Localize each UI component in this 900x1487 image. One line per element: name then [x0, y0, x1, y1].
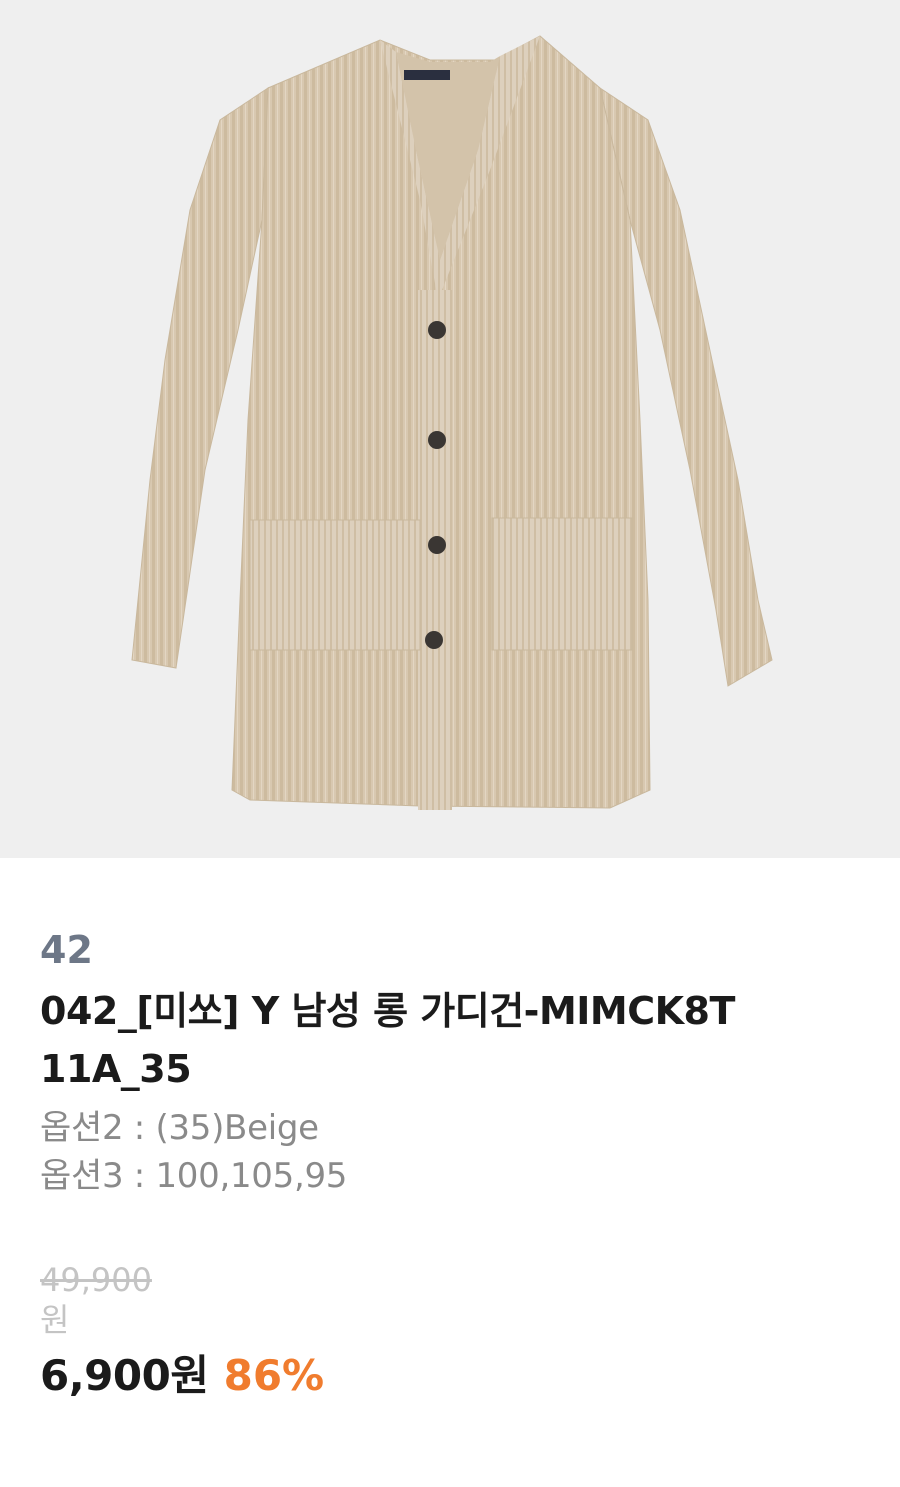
product-info: 42 042_[미쏘] Y 남성 롱 가디건-MIMCK8T 11A_35 옵션…	[40, 918, 870, 1415]
cardigan-illustration	[131, 35, 773, 810]
left-pocket	[249, 519, 421, 651]
neck-label	[404, 70, 450, 80]
product-title-line-1: 042_[미쏘] Y 남성 롱 가디건-MIMCK8T	[40, 989, 735, 1033]
product-options: 옵션2 : (35)Beige 옵션3 : 100,105,95	[40, 1104, 870, 1200]
right-pocket	[491, 517, 633, 651]
price-row: 6,900원 86%	[40, 1346, 870, 1415]
original-price: 49,900 원	[40, 1260, 870, 1340]
original-price-unit: 원	[40, 1301, 70, 1339]
option-3: 옵션3 : 100,105,95	[40, 1156, 348, 1196]
product-title-line-2: 11A_35	[40, 1047, 192, 1091]
button-3	[428, 536, 446, 554]
sale-price: 6,900원	[40, 1351, 209, 1400]
option-2: 옵션2 : (35)Beige	[40, 1108, 319, 1148]
discount-badge: 86%	[223, 1351, 325, 1400]
product-image[interactable]	[0, 0, 900, 858]
button-1	[428, 321, 446, 339]
product-title[interactable]: 042_[미쏘] Y 남성 롱 가디건-MIMCK8T 11A_35	[40, 982, 870, 1098]
button-4	[425, 631, 443, 649]
product-number: 42	[40, 928, 93, 972]
button-2	[428, 431, 446, 449]
original-price-amount: 49,900	[40, 1261, 152, 1299]
